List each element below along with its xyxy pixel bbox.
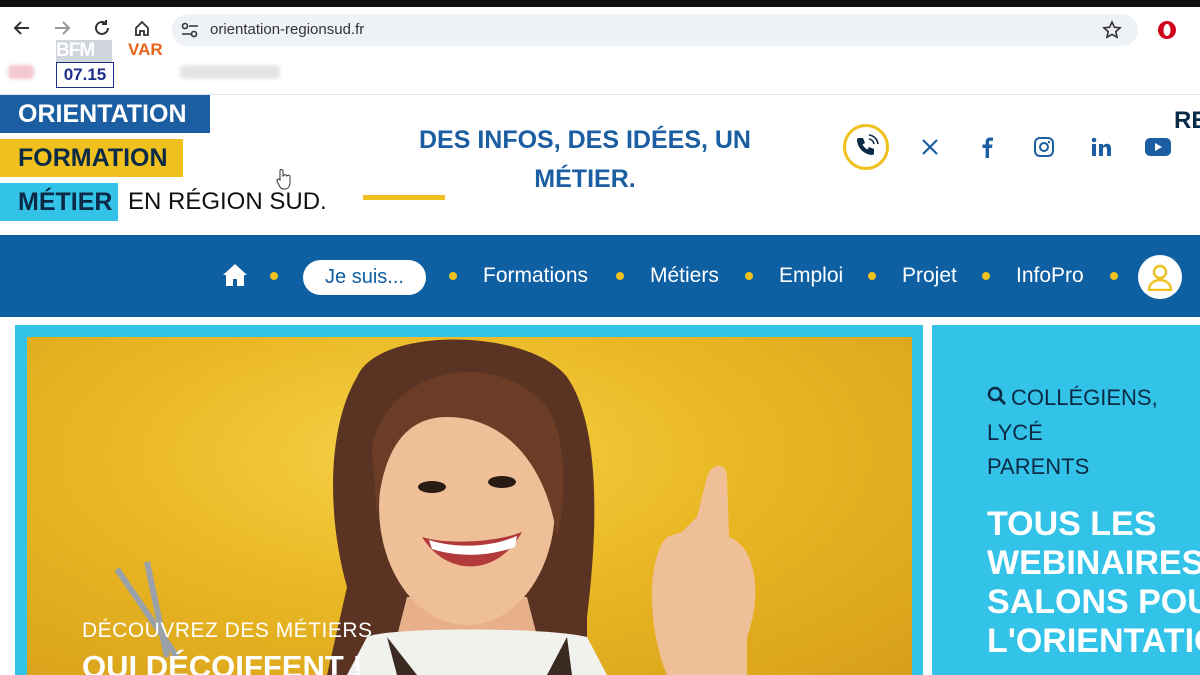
nav-separator-dot (982, 272, 990, 280)
side-panel[interactable]: COLLÉGIENS, LYCÉ PARENTS TOUS LES WEBINA… (932, 325, 1200, 675)
phone-icon[interactable] (843, 124, 889, 170)
main-nav: Je suis... Formations Métiers Emploi Pro… (0, 235, 1200, 317)
headline-line: SALONS POU (987, 583, 1200, 621)
tune-icon[interactable] (181, 22, 199, 43)
url-text[interactable]: orientation-regionsud.fr (210, 21, 364, 38)
nav-item-emploi[interactable]: Emploi (779, 263, 843, 289)
site-tagline: DES INFOS, DES IDÉES, UN MÉTIER. (395, 121, 775, 199)
header-cutoff-text: RE (1174, 107, 1200, 134)
broadcast-time: 07.15 (56, 62, 114, 88)
nav-separator-dot (868, 272, 876, 280)
home-icon[interactable] (132, 19, 152, 41)
blurred-bookmark[interactable] (180, 65, 280, 79)
nav-separator-dot (449, 272, 457, 280)
audience-search[interactable]: COLLÉGIENS, LYCÉ PARENTS (987, 381, 1200, 484)
nav-item-formations[interactable]: Formations (483, 263, 588, 289)
top-black-bar (0, 0, 1200, 7)
je-suis-button[interactable]: Je suis... (303, 260, 426, 295)
nav-separator-dot (745, 272, 753, 280)
reload-icon[interactable] (92, 19, 112, 41)
arrow-right-icon[interactable] (52, 19, 72, 41)
search-icon (987, 382, 1007, 416)
audience-line2: PARENTS (987, 454, 1090, 480)
nav-item-infopro[interactable]: InfoPro (1016, 263, 1084, 289)
star-icon[interactable] (1102, 20, 1122, 45)
instagram-icon[interactable] (1029, 132, 1059, 162)
arrow-left-icon[interactable] (12, 19, 32, 41)
hero-banner[interactable]: DÉCOUVREZ DES MÉTIERS QUI DÉCOIFFENT ! (27, 337, 912, 675)
hero-title: QUI DÉCOIFFENT ! (82, 649, 363, 675)
tv-channel-overlay: BFM 07.15 (56, 40, 114, 88)
channel-logo: BFM (56, 40, 112, 62)
youtube-icon[interactable] (1143, 132, 1173, 162)
tagline-underline (363, 195, 445, 200)
bookmarks-bar (0, 52, 1200, 95)
user-icon[interactable] (1138, 255, 1182, 299)
channel-region: VAR (128, 40, 163, 59)
facebook-icon[interactable] (972, 132, 1002, 162)
logo-formation[interactable]: FORMATION (0, 139, 183, 177)
nav-separator-dot (616, 272, 624, 280)
hero-subtitle: DÉCOUVREZ DES MÉTIERS (82, 619, 373, 642)
linkedin-icon[interactable] (1086, 132, 1116, 162)
logo-orientation[interactable]: ORIENTATION (0, 95, 210, 133)
headline-line: TOUS LES (987, 505, 1157, 543)
x-icon[interactable] (915, 132, 945, 162)
headline-line: L'ORIENTATIO (987, 622, 1200, 660)
logo-metier[interactable]: MÉTIER (0, 183, 118, 221)
headline-line: WEBINAIRES (987, 544, 1200, 582)
nav-separator-dot (270, 272, 278, 280)
audience-line1: COLLÉGIENS, LYCÉ (987, 385, 1158, 446)
tagline-line1: DES INFOS, DES IDÉES, UN (418, 126, 751, 154)
blurred-bookmark[interactable] (8, 65, 34, 79)
browser-toolbar: orientation-regionsud.fr (0, 7, 1200, 52)
nav-separator-dot (1110, 272, 1118, 280)
site-header: ORIENTATION FORMATION MÉTIER EN RÉGION S… (0, 95, 1200, 235)
home-icon[interactable] (222, 263, 248, 292)
logo-region-sud[interactable]: EN RÉGION SUD. (128, 183, 327, 221)
nav-item-projet[interactable]: Projet (902, 263, 957, 289)
nav-item-metiers[interactable]: Métiers (650, 263, 719, 289)
opera-icon[interactable] (1156, 19, 1178, 46)
webinaires-headline: TOUS LES WEBINAIRES SALONS POU L'ORIENTA… (987, 505, 1200, 661)
mouse-cursor-icon (276, 168, 292, 195)
tagline-line2: MÉTIER. (534, 165, 636, 193)
address-bar[interactable]: orientation-regionsud.fr (172, 14, 1138, 46)
